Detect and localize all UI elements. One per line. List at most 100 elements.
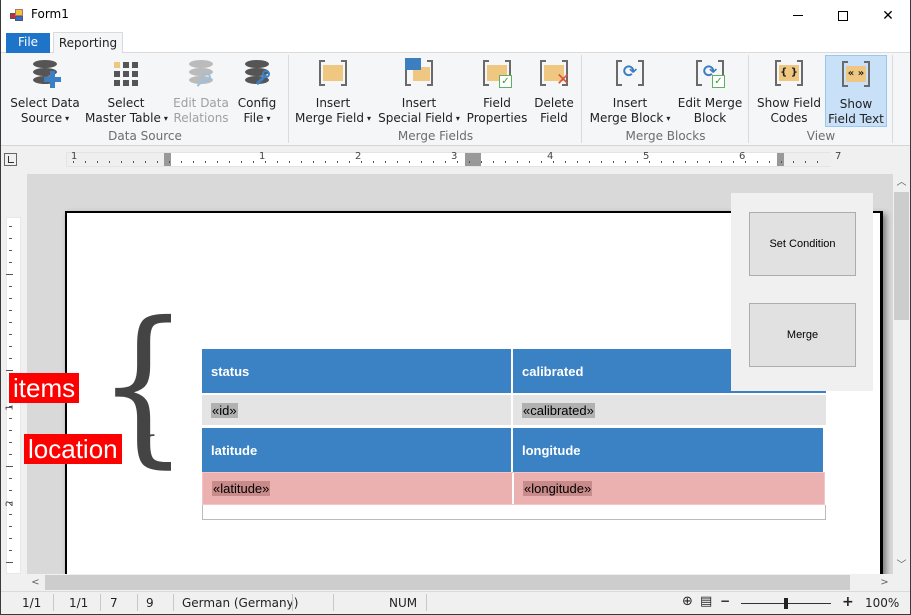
horizontal-ruler[interactable]: 11234567 bbox=[66, 151, 841, 167]
vertical-scrollbar[interactable]: ︿ ﹀ bbox=[893, 174, 910, 574]
ruler-tick bbox=[9, 262, 12, 263]
line-indicator: 7 bbox=[110, 596, 118, 610]
insert-special-field-button[interactable]: Insert Special Field ▾ bbox=[377, 55, 461, 127]
column-marker[interactable] bbox=[465, 153, 481, 166]
button-label: Edit Data bbox=[173, 96, 229, 110]
table-cell[interactable]: «longitude» bbox=[514, 473, 824, 504]
group-view: { } Show Field Codes « » Show Field Text… bbox=[749, 53, 893, 145]
vertical-scroll-thumb[interactable] bbox=[894, 192, 909, 320]
ruler-tick bbox=[325, 161, 326, 163]
language-indicator[interactable]: German (Germany) bbox=[182, 596, 298, 610]
ruler-tick bbox=[9, 346, 12, 347]
merge-field[interactable]: «calibrated» bbox=[522, 402, 595, 418]
table-header-cell[interactable]: latitude bbox=[202, 428, 511, 472]
config-file-button[interactable]: Config File ▾ bbox=[233, 55, 281, 127]
group-label: Merge Blocks bbox=[625, 129, 706, 143]
ruler-tick bbox=[9, 430, 12, 431]
merge-button[interactable]: Merge bbox=[749, 303, 856, 367]
ruler-tick bbox=[133, 161, 134, 163]
group-label: Data Source bbox=[108, 129, 182, 143]
title-bar: Form1 ✕ bbox=[1, 0, 910, 31]
tab-file[interactable]: File bbox=[6, 33, 50, 53]
status-separator bbox=[292, 594, 293, 611]
fit-page-icon[interactable]: ⊕ bbox=[682, 594, 693, 609]
right-indent-marker[interactable] bbox=[777, 153, 784, 166]
status-separator bbox=[100, 594, 101, 611]
fit-width-icon[interactable]: ▤ bbox=[700, 594, 712, 609]
field-properties-button[interactable]: ✓ Field Properties bbox=[465, 55, 529, 127]
zoom-level: 100% bbox=[865, 596, 900, 610]
scroll-right-icon[interactable]: > bbox=[876, 574, 893, 591]
show-field-codes-button[interactable]: { } Show Field Codes bbox=[755, 55, 823, 127]
dropdown-arrow-icon: ▾ bbox=[366, 114, 371, 123]
horizontal-scrollbar[interactable]: < > bbox=[27, 574, 893, 591]
button-label: Merge Field bbox=[295, 111, 364, 125]
show-field-text-button[interactable]: « » Show Field Text bbox=[825, 55, 887, 127]
ruler-tick bbox=[6, 274, 13, 275]
button-label: Select Data bbox=[10, 96, 80, 110]
select-data-source-button[interactable]: Select Data Source ▾ bbox=[9, 55, 81, 127]
ruler-tick bbox=[625, 161, 626, 163]
column-indicator: 9 bbox=[146, 596, 154, 610]
tab-reporting[interactable]: Reporting bbox=[53, 32, 123, 54]
select-master-table-button[interactable]: Select Master Table ▾ bbox=[85, 55, 168, 127]
items-label: items bbox=[9, 373, 80, 403]
ruler-tick bbox=[9, 538, 12, 539]
ruler-tick bbox=[421, 161, 422, 163]
merge-field[interactable]: «id» bbox=[211, 402, 238, 418]
ruler-tick bbox=[9, 286, 12, 287]
zoom-in-button[interactable]: + bbox=[842, 594, 854, 610]
dropdown-arrow-icon: ▾ bbox=[65, 114, 70, 123]
button-label: Show bbox=[839, 97, 873, 111]
zoom-out-button[interactable]: − bbox=[720, 594, 730, 608]
ruler-tick bbox=[205, 161, 206, 163]
horizontal-scroll-thumb[interactable] bbox=[45, 575, 850, 590]
edit-data-relations-button[interactable]: Edit Data Relations bbox=[171, 55, 231, 127]
maximize-button[interactable] bbox=[820, 0, 866, 31]
minimize-button[interactable] bbox=[775, 0, 821, 31]
zoom-slider-thumb[interactable] bbox=[784, 598, 788, 609]
button-label: Show Field bbox=[757, 96, 821, 110]
ruler-tick bbox=[553, 161, 554, 163]
ruler-tick bbox=[757, 161, 758, 163]
table-header-cell[interactable]: longitude bbox=[513, 428, 823, 472]
action-panel: Set Condition Merge bbox=[731, 193, 873, 391]
ruler-tick bbox=[793, 161, 794, 163]
merge-field[interactable]: «longitude» bbox=[523, 481, 593, 496]
left-indent-marker[interactable] bbox=[164, 153, 171, 166]
edit-merge-block-icon: ⟳ ✓ bbox=[694, 58, 726, 90]
button-label: Source bbox=[20, 111, 63, 125]
ruler-tick bbox=[6, 562, 13, 563]
ruler-tick bbox=[697, 161, 698, 163]
delete-field-button[interactable]: ✕ Delete Field bbox=[533, 55, 575, 127]
merge-field[interactable]: «latitude» bbox=[212, 481, 271, 496]
scroll-down-icon[interactable]: ﹀ bbox=[893, 557, 910, 574]
table-row-empty[interactable] bbox=[202, 505, 826, 520]
ruler-tick bbox=[589, 161, 590, 163]
group-separator bbox=[892, 55, 893, 143]
ruler-tick bbox=[9, 334, 12, 335]
scroll-up-icon[interactable]: ︿ bbox=[893, 174, 910, 191]
ruler-tick bbox=[9, 550, 12, 551]
group-label: View bbox=[806, 129, 836, 143]
button-label: Properties bbox=[466, 111, 528, 125]
table-cell[interactable]: «latitude» bbox=[203, 473, 512, 504]
insert-merge-block-button[interactable]: ⟳ Insert Merge Block ▾ bbox=[588, 55, 672, 127]
button-label: Codes bbox=[770, 111, 808, 125]
table-cell[interactable]: «calibrated» bbox=[513, 395, 826, 425]
button-label: Merge Block bbox=[589, 111, 664, 125]
ruler-number: 7 bbox=[835, 151, 842, 162]
scroll-left-icon[interactable]: < bbox=[27, 574, 44, 591]
table-cell[interactable]: «id» bbox=[202, 395, 511, 425]
insert-merge-field-button[interactable]: Insert Merge Field ▾ bbox=[295, 55, 371, 127]
ruler-tick bbox=[709, 161, 710, 163]
status-separator bbox=[173, 594, 174, 611]
button-label: Field Text bbox=[828, 112, 884, 126]
tab-stop-selector[interactable] bbox=[4, 153, 17, 166]
ruler-tick bbox=[373, 161, 374, 163]
table-header-cell[interactable]: status bbox=[202, 349, 511, 393]
edit-merge-block-button[interactable]: ⟳ ✓ Edit Merge Block bbox=[676, 55, 744, 127]
set-condition-button[interactable]: Set Condition bbox=[749, 212, 856, 276]
close-button[interactable]: ✕ bbox=[865, 0, 911, 31]
ruler-tick bbox=[517, 161, 518, 163]
